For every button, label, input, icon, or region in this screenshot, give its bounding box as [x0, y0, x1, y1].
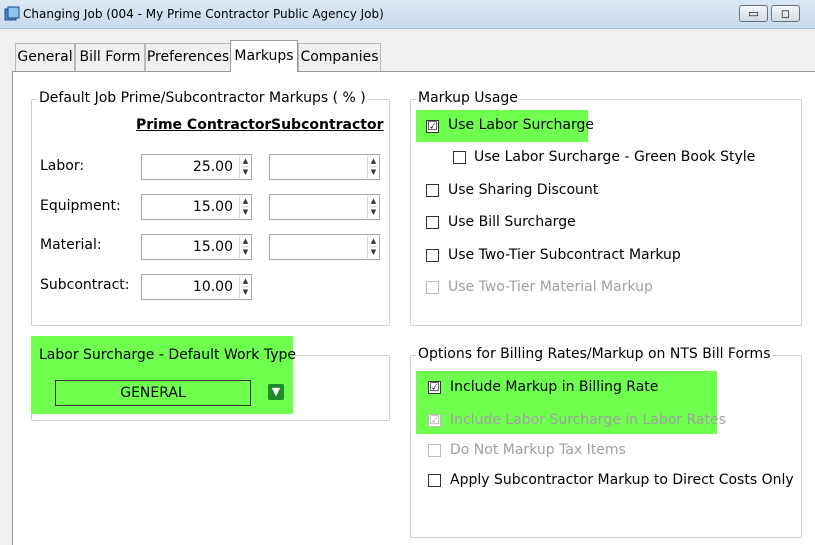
use-labor-surcharge-label: Use Labor Surcharge [448, 117, 595, 133]
spin-down-icon[interactable]: ▼ [241, 167, 250, 178]
two-tier-material-label: Use Two-Tier Material Markup [448, 279, 653, 295]
apply-sub-markup-checkbox[interactable] [428, 474, 441, 487]
tab-bill-form[interactable]: Bill Form [75, 43, 145, 71]
include-labor-surcharge-checkbox: ☑ [428, 413, 441, 427]
labor-prime-input[interactable]: 25.00 ▲ ▼ [141, 154, 252, 180]
spin-up-icon[interactable]: ▲ [241, 156, 250, 167]
worktype-field[interactable]: GENERAL [55, 380, 251, 406]
subcontract-prime-input[interactable]: 10.00 ▲ ▼ [141, 274, 252, 300]
labor-label: Labor: [40, 158, 85, 174]
material-label: Material: [40, 237, 102, 253]
equipment-prime-value: 15.00 [192, 199, 233, 215]
sharing-discount-label: Use Sharing Discount [448, 182, 599, 198]
minimize-icon: ▭ [748, 7, 759, 20]
bill-surcharge-label: Use Bill Surcharge [448, 214, 576, 230]
usage-group-legend: Markup Usage [416, 90, 520, 106]
spin-up-icon[interactable]: ▲ [241, 196, 250, 207]
subcontract-label: Subcontract: [40, 277, 130, 293]
labor-sub-input[interactable]: ▲ ▼ [269, 154, 380, 180]
include-markup-label: Include Markup in Billing Rate [450, 379, 659, 395]
spin-down-icon[interactable]: ▼ [241, 207, 250, 218]
spin-down-icon[interactable]: ▼ [241, 247, 250, 258]
use-labor-surcharge-checkbox[interactable]: ☑ [426, 120, 439, 133]
no-markup-tax-checkbox [428, 444, 441, 457]
tab-companies[interactable]: Companies [298, 43, 381, 71]
material-prime-input[interactable]: 15.00 ▲ ▼ [141, 234, 252, 260]
equipment-label: Equipment: [40, 198, 121, 214]
prime-contractor-header: Prime Contractor [136, 117, 272, 133]
spin-up-icon[interactable]: ▲ [369, 236, 378, 247]
labor-prime-value: 25.00 [192, 159, 233, 175]
arrow-down-icon: ▼ [271, 385, 281, 398]
material-sub-input[interactable]: ▲ ▼ [269, 234, 380, 260]
sharing-discount-checkbox[interactable] [426, 184, 439, 197]
dropdown-button[interactable]: ▼ [268, 384, 284, 400]
spin-up-icon[interactable]: ▲ [369, 196, 378, 207]
restore-icon: ◻ [780, 7, 791, 20]
bill-surcharge-checkbox[interactable] [426, 216, 439, 229]
subcontractor-header: Subcontractor [271, 117, 384, 133]
equipment-prime-input[interactable]: 15.00 ▲ ▼ [141, 194, 252, 220]
two-tier-sub-label: Use Two-Tier Subcontract Markup [448, 247, 681, 263]
spin-down-icon[interactable]: ▼ [369, 207, 378, 218]
include-markup-checkbox[interactable]: ☑ [428, 381, 441, 394]
green-book-checkbox[interactable] [453, 151, 466, 164]
spin-up-icon[interactable]: ▲ [241, 276, 250, 287]
spin-up-icon[interactable]: ▲ [369, 156, 378, 167]
subcontract-prime-value: 10.00 [192, 279, 233, 295]
worktype-legend: Labor Surcharge - Default Work Type [39, 347, 297, 363]
tab-general[interactable]: General [15, 43, 75, 71]
equipment-sub-input[interactable]: ▲ ▼ [269, 194, 380, 220]
minimize-button[interactable]: ▭ [739, 5, 768, 22]
app-icon [4, 6, 20, 21]
spin-up-icon[interactable]: ▲ [241, 236, 250, 247]
spin-down-icon[interactable]: ▼ [369, 247, 378, 258]
material-prime-value: 15.00 [192, 239, 233, 255]
spin-down-icon[interactable]: ▼ [369, 167, 378, 178]
apply-sub-markup-label: Apply Subcontractor Markup to Direct Cos… [450, 472, 794, 488]
two-tier-sub-checkbox[interactable] [426, 249, 439, 262]
green-book-label: Use Labor Surcharge - Green Book Style [474, 149, 756, 165]
window-title: Changing Job (004 - My Prime Contractor … [23, 7, 384, 21]
include-labor-surcharge-label: Include Labor Surcharge in Labor Rates [450, 412, 726, 428]
spin-down-icon[interactable]: ▼ [241, 287, 250, 298]
billing-group-legend: Options for Billing Rates/Markup on NTS … [416, 346, 773, 362]
tab-preferences[interactable]: Preferences [145, 43, 231, 71]
two-tier-material-checkbox [426, 281, 439, 294]
restore-button[interactable]: ◻ [771, 5, 800, 22]
no-markup-tax-label: Do Not Markup Tax Items [450, 442, 626, 458]
tab-markups[interactable]: Markups [230, 40, 298, 72]
markups-group-legend: Default Job Prime/Subcontractor Markups … [37, 90, 368, 106]
